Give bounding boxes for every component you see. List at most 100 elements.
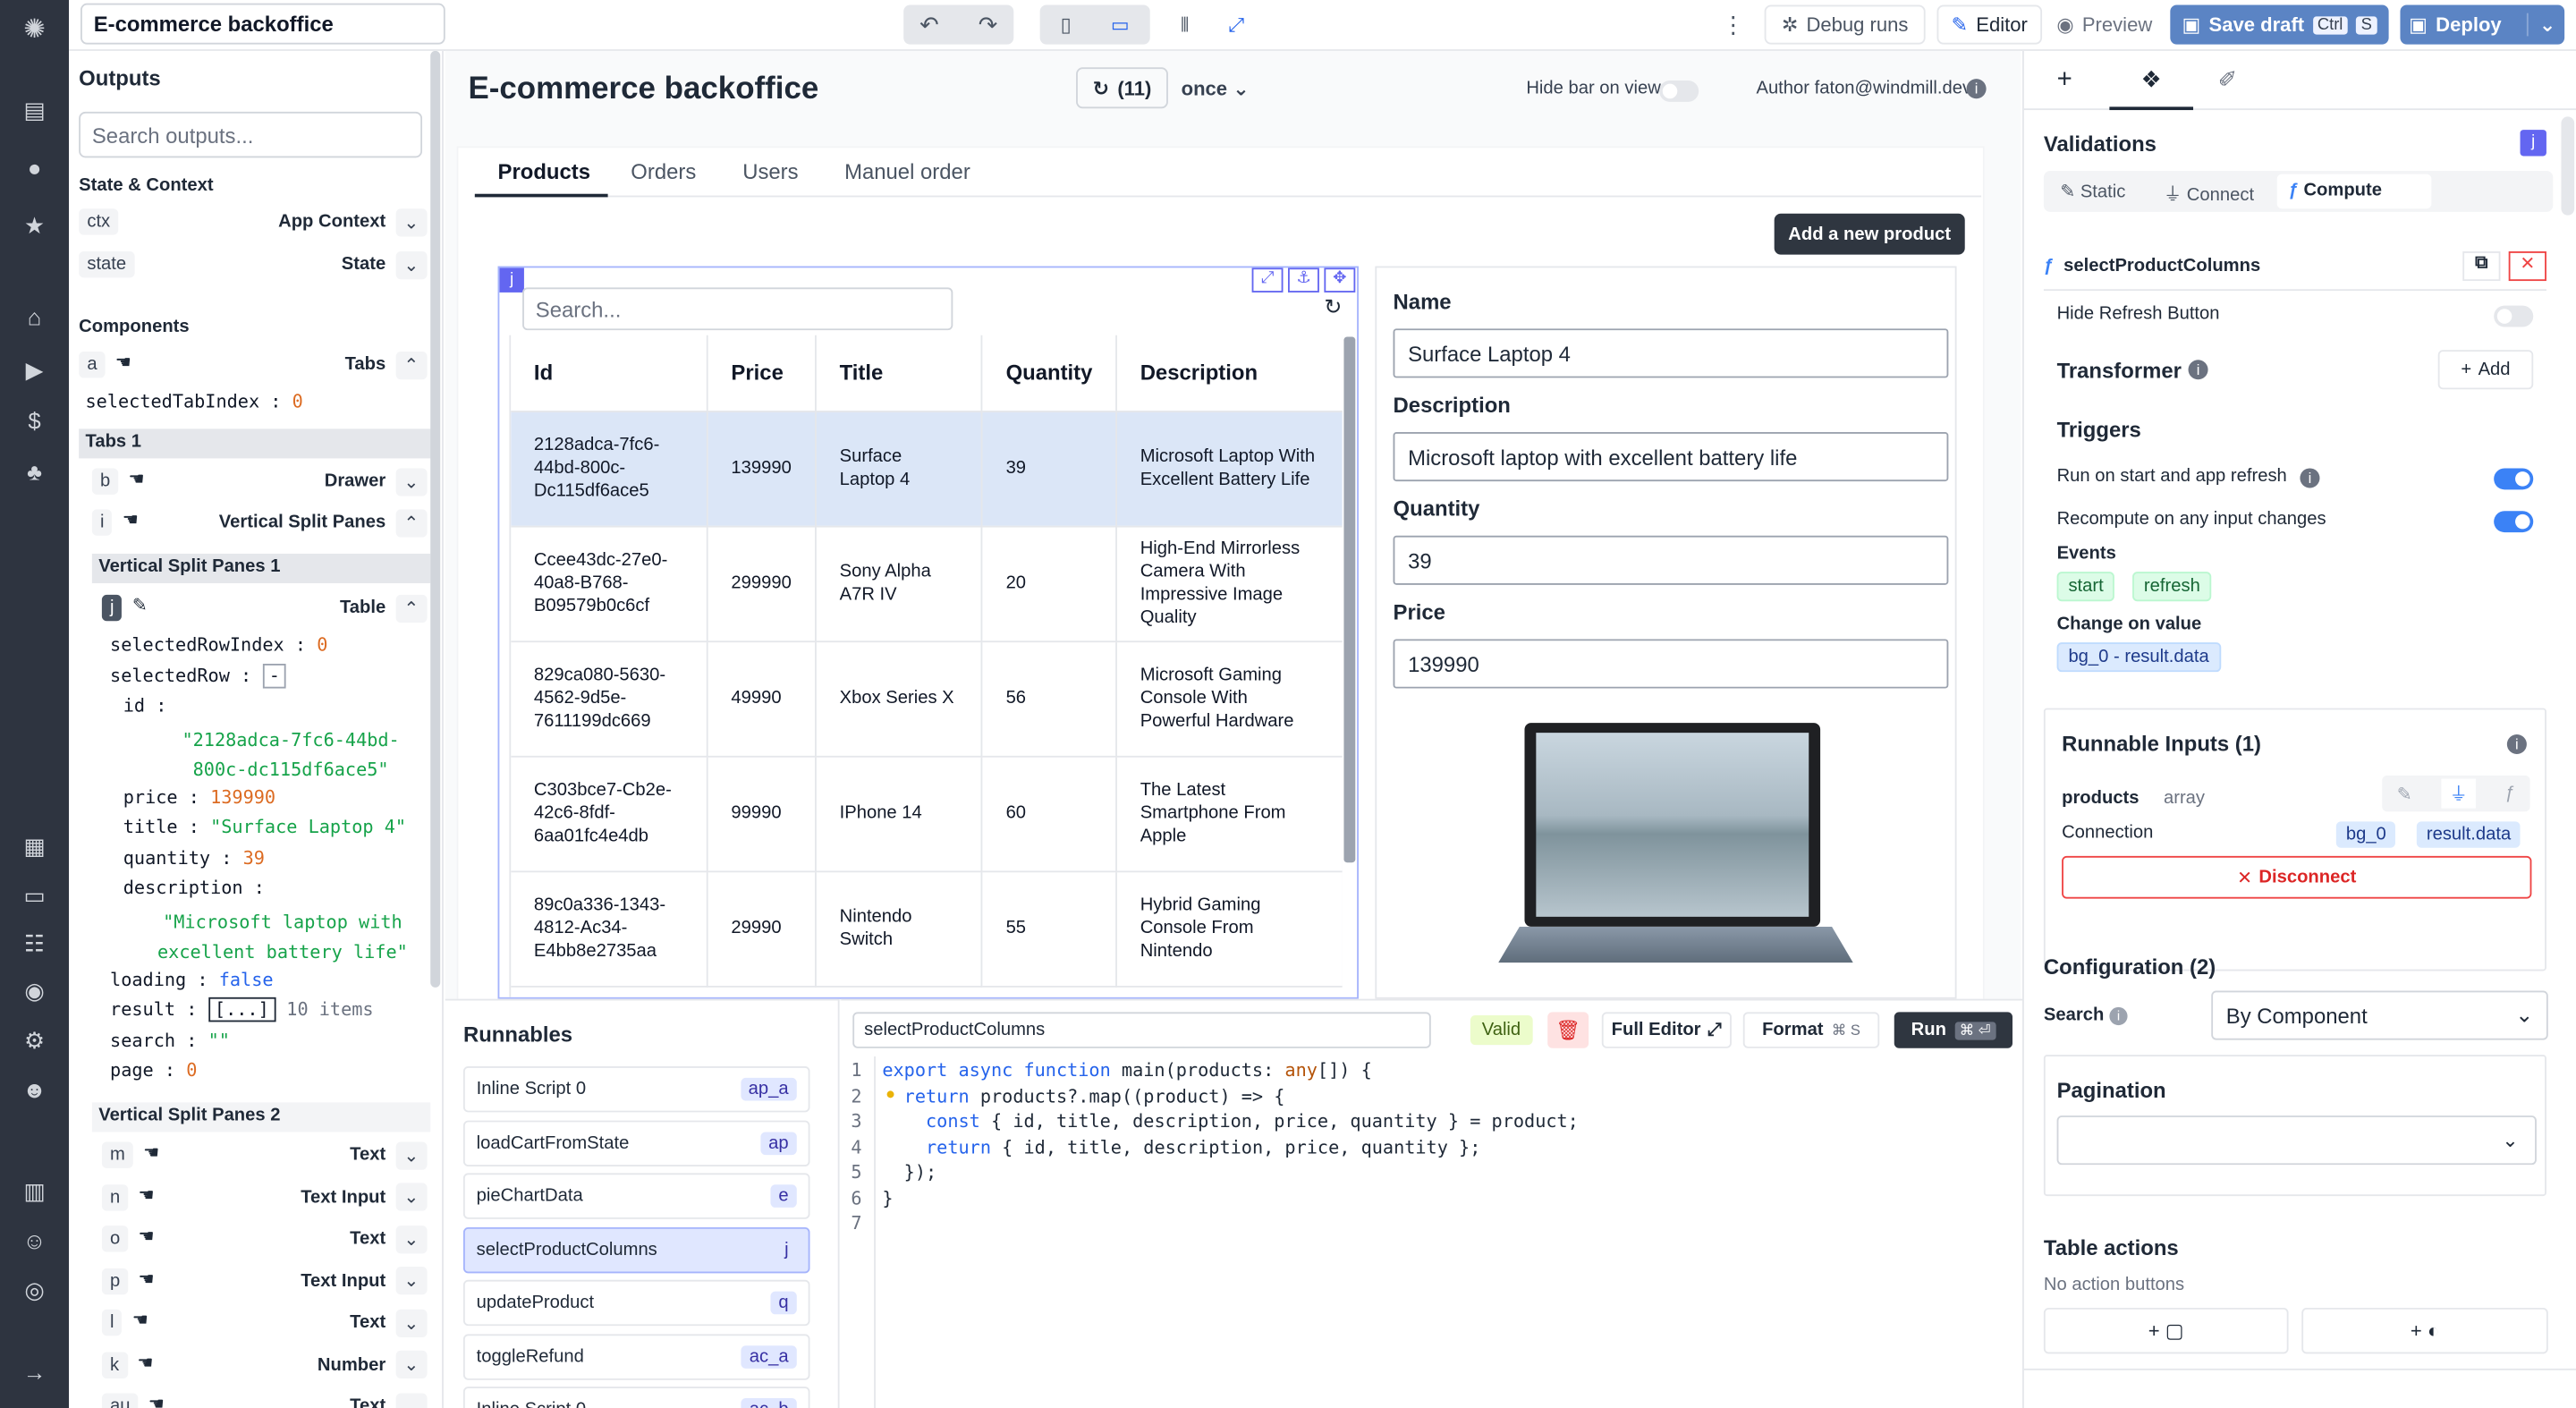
eye-icon[interactable]: ◉ — [20, 976, 49, 1005]
tab-products[interactable]: Products — [498, 159, 590, 184]
state-row[interactable]: state State ⌄ — [79, 250, 428, 279]
refresh-mode-select[interactable]: once ⌄ — [1182, 77, 1250, 100]
bot-icon[interactable]: ☻ — [20, 1074, 49, 1104]
column-header-quantity[interactable]: Quantity — [981, 335, 1117, 412]
move-icon[interactable]: ✥ — [1324, 267, 1356, 293]
chevron-up-icon[interactable]: ⌃ — [395, 593, 428, 623]
component-row-o[interactable]: o ☚ Text ⌄ — [101, 1222, 428, 1255]
add-product-button[interactable]: Add a new product — [1774, 213, 1965, 255]
table-scrollbar[interactable] — [1343, 336, 1356, 863]
fixed-width-icon[interactable]: ⫴ — [1181, 13, 1189, 38]
column-header-title[interactable]: Title — [815, 335, 983, 412]
component-row-p[interactable]: p ☚ Text Input ⌄ — [101, 1264, 428, 1297]
function-icon[interactable]: ƒ — [2505, 784, 2515, 803]
tab-orders[interactable]: Orders — [631, 159, 696, 184]
runs-icon[interactable]: ▶ — [20, 355, 49, 385]
mobile-icon[interactable]: ▯ — [1061, 13, 1072, 37]
debug-runs-button[interactable]: ✲ Debug runs — [1764, 4, 1926, 45]
code-area[interactable]: 1 2 3 4 5 6 7 export async function main… — [841, 1056, 2001, 1408]
chevron-down-icon[interactable]: ⌄ — [395, 1350, 428, 1378]
deploy-button[interactable]: ▣ Deploy ⌄ — [2400, 4, 2565, 45]
open-external-icon[interactable]: ⧉ — [2462, 250, 2501, 281]
delete-icon[interactable]: 🗑 — [1547, 1012, 1589, 1048]
pagination-select[interactable]: ⌄ — [2056, 1115, 2537, 1166]
settings-icon[interactable]: ⚙ — [20, 1025, 49, 1055]
plus-icon[interactable]: + — [2057, 65, 2072, 95]
ctx-row[interactable]: ctx App Context ⌄ — [79, 207, 428, 236]
table-refresh-icon[interactable]: ↻ — [1324, 294, 1342, 320]
component-a-row[interactable]: a ☚ Tabs ⌃ — [79, 348, 428, 381]
table-row[interactable]: 829ca080-5630-4562-9d5e-7611199dc669 4999… — [511, 640, 1343, 757]
expand-result-button[interactable]: [...] — [208, 997, 276, 1022]
runnable-item[interactable]: selectProductColumns j — [462, 1226, 810, 1273]
description-input[interactable]: Microsoft laptop with excellent battery … — [1393, 432, 1949, 482]
chevron-down-icon[interactable]: ⌄ — [395, 1267, 428, 1295]
table-row[interactable]: C303bce7-Cb2e-42c6-8fdf-6aa01fc4e4db 9999… — [511, 755, 1343, 872]
close-icon[interactable]: ✕ — [2508, 250, 2546, 281]
tab-compute[interactable]: ƒ Compute — [2276, 174, 2432, 209]
run-button[interactable]: Run ⌘ ⏎ — [1894, 1012, 2012, 1048]
table-row[interactable]: 2128adca-7fc6-44bd-800c-Dc115df6ace5 1399… — [511, 411, 1343, 527]
anchor-icon[interactable]: ⚓ — [1287, 267, 1319, 293]
run-on-start-toggle[interactable] — [2494, 468, 2534, 490]
format-button[interactable]: Format ⌘ S — [1742, 1012, 1880, 1048]
outputs-search-input[interactable]: Search outputs... — [79, 111, 423, 158]
tab-manuel-order[interactable]: Manuel order — [844, 159, 970, 184]
folder-icon[interactable]: ▭ — [20, 880, 49, 910]
lightbulb-icon[interactable]: ● — [886, 1086, 895, 1104]
discord-icon[interactable]: ☺ — [20, 1226, 49, 1255]
preview-button[interactable]: ◉ Preview — [2047, 5, 2163, 45]
table-row[interactable]: Ccee43dc-27e0-40a8-B768-B09579b0c6cf 2999… — [511, 525, 1343, 642]
table-row[interactable]: 89c0a336-1343-4812-Ac34-E4bb8e2735aa 2999… — [511, 870, 1343, 987]
disconnect-button[interactable]: ✕ Disconnect — [2062, 855, 2532, 899]
chevron-down-icon[interactable]: ⌄ — [395, 1141, 428, 1169]
chevron-down-icon[interactable]: ⌄ — [395, 1225, 428, 1253]
runnable-item[interactable]: Inline Script 0 ac_b — [462, 1387, 810, 1408]
tab-users[interactable]: Users — [742, 159, 798, 184]
docs-icon[interactable]: ▥ — [20, 1176, 49, 1206]
chevron-down-icon[interactable]: ⌄ — [395, 1183, 428, 1211]
redo-icon[interactable]: ↷ — [979, 11, 998, 38]
component-i-row[interactable]: i ☚ Vertical Split Panes ⌃ — [91, 506, 428, 539]
runnable-item[interactable]: updateProduct q — [462, 1279, 810, 1327]
more-menu-icon[interactable]: ⋮ — [1718, 5, 1748, 45]
undo-icon[interactable]: ↶ — [919, 11, 939, 38]
resources-icon[interactable]: ♣ — [20, 457, 49, 487]
component-row-k[interactable]: k ☚ Number ⌄ — [101, 1348, 428, 1381]
component-row-l[interactable]: l ☚ Text ⌄ — [101, 1306, 428, 1339]
dollar-icon[interactable]: $ — [20, 406, 49, 436]
recompute-toggle[interactable] — [2494, 511, 2534, 533]
chevron-up-icon[interactable]: ⌃ — [395, 508, 428, 537]
add-toggle-action[interactable]: + ◐ — [2301, 1307, 2548, 1354]
column-header-id[interactable]: Id — [511, 335, 708, 412]
tab-connect[interactable]: ⏚ Connect — [2164, 181, 2254, 207]
star-icon[interactable]: ★ — [20, 210, 49, 240]
collapse-arrow-icon[interactable]: → — [20, 1357, 49, 1387]
hide-bar-toggle[interactable] — [1659, 80, 1699, 102]
desktop-icon[interactable]: ▭ — [1111, 13, 1130, 37]
add-transformer-button[interactable]: + Add — [2437, 350, 2534, 390]
refresh-button[interactable]: ↻ (11) — [1076, 67, 1168, 109]
runnable-item[interactable]: pieChartData e — [462, 1173, 810, 1219]
add-button-action[interactable]: + ▢ — [2043, 1307, 2289, 1354]
table-search-input[interactable]: Search... — [522, 287, 953, 331]
component-row-au[interactable]: au ☚ Text ⌄ — [101, 1390, 428, 1408]
chevron-down-icon[interactable]: ⌄ — [395, 250, 428, 279]
full-width-icon[interactable]: ⤢ — [1228, 13, 1244, 38]
component-b-row[interactable]: b ☚ Drawer ⌄ — [91, 465, 428, 498]
tab-static[interactable]: ✎ Static — [2060, 181, 2125, 202]
component-settings-icon[interactable]: ❖ — [2109, 51, 2194, 111]
chevron-down-icon[interactable]: ⌄ — [395, 208, 428, 236]
full-editor-button[interactable]: Full Editor ⤢ — [1601, 1012, 1732, 1048]
runnable-item[interactable]: Inline Script 0 ap_a — [462, 1065, 810, 1113]
chevron-up-icon[interactable]: ⌃ — [395, 351, 428, 379]
settings-scrollbar[interactable] — [2561, 116, 2575, 216]
windmill-logo-icon[interactable]: ✺ — [20, 16, 49, 46]
save-draft-button[interactable]: ▣ Save draft Ctrl S — [2170, 4, 2389, 45]
calendar-icon[interactable]: ▦ — [20, 831, 49, 861]
hide-refresh-toggle[interactable] — [2494, 305, 2534, 327]
name-input[interactable]: Surface Laptop 4 — [1393, 328, 1949, 378]
chevron-down-icon[interactable]: ⌄ — [395, 1392, 428, 1408]
pencil-icon[interactable]: ✎ — [2397, 783, 2412, 804]
chevron-down-icon[interactable]: ⌄ — [395, 1308, 428, 1337]
